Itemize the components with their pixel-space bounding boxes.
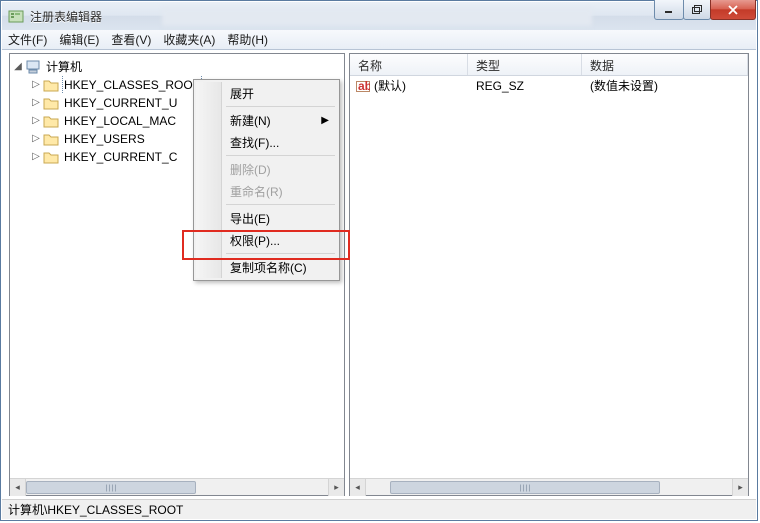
- tree-item-label: HKEY_LOCAL_MAC: [62, 112, 178, 130]
- submenu-arrow-icon: ▶: [321, 115, 329, 126]
- string-value-icon: ab: [356, 79, 370, 93]
- list-header: 名称 类型 数据: [350, 54, 748, 76]
- ctx-export[interactable]: 导出(E): [196, 207, 337, 229]
- ctx-new[interactable]: 新建(N) ▶: [196, 109, 337, 131]
- menu-view[interactable]: 查看(V): [111, 31, 151, 48]
- list-horizontal-scrollbar[interactable]: ◂ ▸: [350, 478, 748, 495]
- close-button[interactable]: [710, 0, 756, 20]
- value-type: REG_SZ: [468, 79, 582, 93]
- minimize-button[interactable]: [654, 0, 684, 20]
- expand-icon[interactable]: ▷: [30, 112, 42, 130]
- ctx-copy-key-name[interactable]: 复制项名称(C): [196, 256, 337, 278]
- context-menu: 展开 新建(N) ▶ 查找(F)... 删除(D) 重命名(R) 导出(E) 权…: [193, 79, 340, 281]
- scroll-left-button[interactable]: ◂: [350, 479, 366, 496]
- ctx-find[interactable]: 查找(F)...: [196, 131, 337, 153]
- computer-icon: [25, 59, 41, 75]
- scroll-thumb[interactable]: [390, 481, 660, 494]
- tree-horizontal-scrollbar[interactable]: ◂ ▸: [10, 478, 344, 495]
- address-blur: [162, 8, 592, 26]
- values-pane: 名称 类型 数据 ab (默认) REG_SZ (数值未设置): [349, 53, 749, 496]
- scroll-right-button[interactable]: ▸: [328, 479, 344, 496]
- svg-text:ab: ab: [358, 79, 370, 93]
- expand-icon[interactable]: ▷: [30, 76, 42, 94]
- ctx-rename: 重命名(R): [196, 180, 337, 202]
- column-data[interactable]: 数据: [582, 54, 748, 75]
- window-frame: 注册表编辑器 文件(F) 编辑(E) 查看(V) 收藏夹(A) 帮助(H) ◢: [0, 0, 758, 521]
- value-name: (默认): [374, 77, 406, 94]
- regedit-icon: [8, 8, 24, 24]
- menu-bar: 文件(F) 编辑(E) 查看(V) 收藏夹(A) 帮助(H): [2, 30, 756, 50]
- scroll-right-button[interactable]: ▸: [732, 479, 748, 496]
- menu-help[interactable]: 帮助(H): [227, 31, 268, 48]
- tree-root-label: 计算机: [44, 58, 84, 76]
- folder-icon: [43, 149, 59, 165]
- status-path: 计算机\HKEY_CLASSES_ROOT: [8, 501, 183, 518]
- ctx-permissions[interactable]: 权限(P)...: [196, 229, 337, 251]
- folder-icon: [43, 77, 59, 93]
- folder-icon: [43, 95, 59, 111]
- status-bar: 计算机\HKEY_CLASSES_ROOT: [2, 499, 756, 519]
- scroll-thumb[interactable]: [26, 481, 196, 494]
- window-title: 注册表编辑器: [30, 8, 102, 25]
- menu-edit[interactable]: 编辑(E): [59, 31, 99, 48]
- ctx-new-label: 新建(N): [230, 112, 271, 129]
- ctx-delete: 删除(D): [196, 158, 337, 180]
- menu-favorites[interactable]: 收藏夹(A): [163, 31, 215, 48]
- expand-icon[interactable]: ▷: [30, 94, 42, 112]
- value-data: (数值未设置): [582, 77, 748, 94]
- folder-icon: [43, 113, 59, 129]
- maximize-button[interactable]: [683, 0, 711, 20]
- title-bar[interactable]: 注册表编辑器: [2, 2, 756, 30]
- list-row[interactable]: ab (默认) REG_SZ (数值未设置): [350, 76, 748, 95]
- column-type[interactable]: 类型: [468, 54, 582, 75]
- collapse-icon[interactable]: ◢: [12, 58, 24, 76]
- menu-file[interactable]: 文件(F): [8, 31, 47, 48]
- column-name[interactable]: 名称: [350, 54, 468, 75]
- expand-icon[interactable]: ▷: [30, 130, 42, 148]
- expand-icon[interactable]: ▷: [30, 148, 42, 166]
- tree-item-label: HKEY_CLASSES_ROOT: [62, 76, 202, 94]
- scroll-left-button[interactable]: ◂: [10, 479, 26, 496]
- tree-item-label: HKEY_CURRENT_U: [62, 94, 179, 112]
- ctx-expand[interactable]: 展开: [196, 82, 337, 104]
- tree-item-label: HKEY_USERS: [62, 130, 147, 148]
- folder-icon: [43, 131, 59, 147]
- tree-item-label: HKEY_CURRENT_C: [62, 148, 179, 166]
- tree-root[interactable]: ◢ 计算机: [12, 58, 342, 76]
